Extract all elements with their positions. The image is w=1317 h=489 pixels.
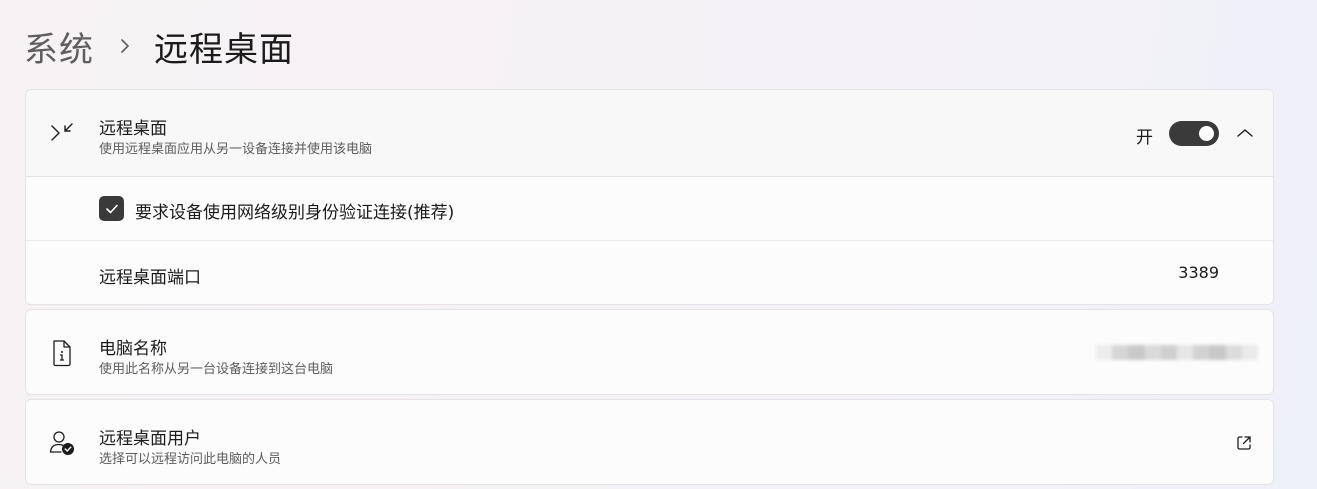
pc-name-title: 电脑名称 [99, 339, 167, 359]
remote-desktop-card: 远程桌面 使用远程桌面应用从另一设备连接并使用该电脑 开 要求设备使用网络级别身… [25, 89, 1274, 305]
open-external-icon[interactable] [1234, 433, 1254, 453]
breadcrumb: 系统 远程桌面 [24, 22, 294, 70]
remote-desktop-icon [48, 119, 76, 147]
breadcrumb-parent-system[interactable]: 系统 [24, 22, 94, 71]
pc-info-icon [48, 339, 76, 367]
chevron-up-icon[interactable] [1233, 124, 1257, 142]
remote-users-subtitle: 选择可以远程访问此电脑的人员 [99, 452, 282, 467]
checkmark-icon [105, 204, 118, 213]
user-check-icon [48, 429, 76, 457]
page-title: 远程桌面 [154, 29, 294, 70]
chevron-right-icon [116, 37, 134, 55]
pc-name-subtitle: 使用此名称从另一台设备连接到这台电脑 [99, 362, 334, 377]
remote-users-title: 远程桌面用户 [99, 429, 201, 449]
remote-desktop-subtitle: 使用远程桌面应用从另一设备连接并使用该电脑 [99, 142, 373, 157]
port-row: 远程桌面端口 3389 [26, 241, 1273, 305]
pc-name-value-blurred [1096, 345, 1259, 360]
remote-desktop-title: 远程桌面 [99, 119, 167, 139]
nla-checkbox-label[interactable]: 要求设备使用网络级别身份验证连接(推荐) [135, 198, 454, 223]
remote-desktop-header[interactable]: 远程桌面 使用远程桌面应用从另一设备连接并使用该电脑 开 [26, 90, 1273, 177]
nla-checkbox[interactable] [99, 196, 124, 221]
toggle-state-label: 开 [1136, 128, 1153, 148]
pc-name-card: 电脑名称 使用此名称从另一台设备连接到这台电脑 [25, 309, 1274, 395]
port-label: 远程桌面端口 [99, 268, 201, 288]
port-value: 3389 [1178, 263, 1219, 282]
remote-users-row[interactable]: 远程桌面用户 选择可以远程访问此电脑的人员 [26, 400, 1273, 484]
toggle-knob [1199, 126, 1214, 141]
remote-users-card[interactable]: 远程桌面用户 选择可以远程访问此电脑的人员 [25, 399, 1274, 485]
nla-setting-row: 要求设备使用网络级别身份验证连接(推荐) [26, 177, 1273, 241]
remote-desktop-toggle[interactable] [1169, 121, 1219, 146]
pc-name-row: 电脑名称 使用此名称从另一台设备连接到这台电脑 [26, 310, 1273, 394]
